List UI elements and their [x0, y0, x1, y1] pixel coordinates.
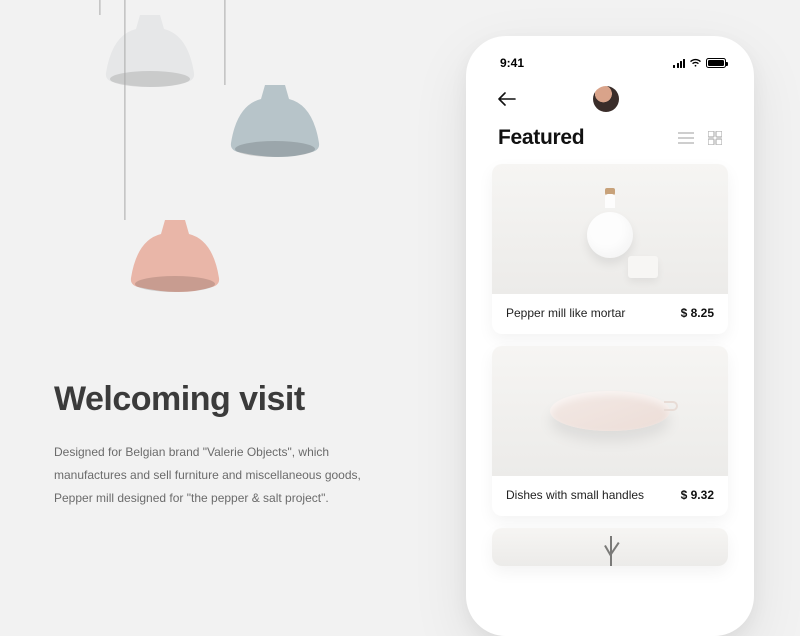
avatar[interactable] — [593, 86, 619, 112]
grid-view-icon[interactable] — [708, 131, 722, 145]
phone-notch — [551, 46, 669, 68]
product-card[interactable] — [492, 528, 728, 566]
product-image — [492, 528, 728, 566]
product-name: Dishes with small handles — [506, 488, 644, 502]
battery-icon — [706, 58, 726, 68]
product-price: $ 9.32 — [681, 488, 714, 502]
hero-section: Welcoming visit Designed for Belgian bra… — [54, 380, 374, 509]
product-card[interactable]: Dishes with small handles $ 9.32 — [492, 346, 728, 516]
list-view-icon[interactable] — [678, 132, 694, 144]
product-price: $ 8.25 — [681, 306, 714, 320]
cellular-signal-icon — [673, 59, 685, 68]
product-image — [492, 164, 728, 294]
product-card[interactable]: Pepper mill like mortar $ 8.25 — [492, 164, 728, 334]
hero-body: Designed for Belgian brand "Valerie Obje… — [54, 441, 374, 509]
phone-frame: 9:41 Featured — [466, 36, 754, 636]
product-image — [492, 346, 728, 476]
status-time: 9:41 — [500, 56, 524, 70]
product-name: Pepper mill like mortar — [506, 306, 625, 320]
hero-heading: Welcoming visit — [54, 380, 374, 419]
back-icon[interactable] — [498, 92, 516, 106]
section-title: Featured — [498, 126, 584, 150]
wifi-icon — [689, 58, 702, 68]
